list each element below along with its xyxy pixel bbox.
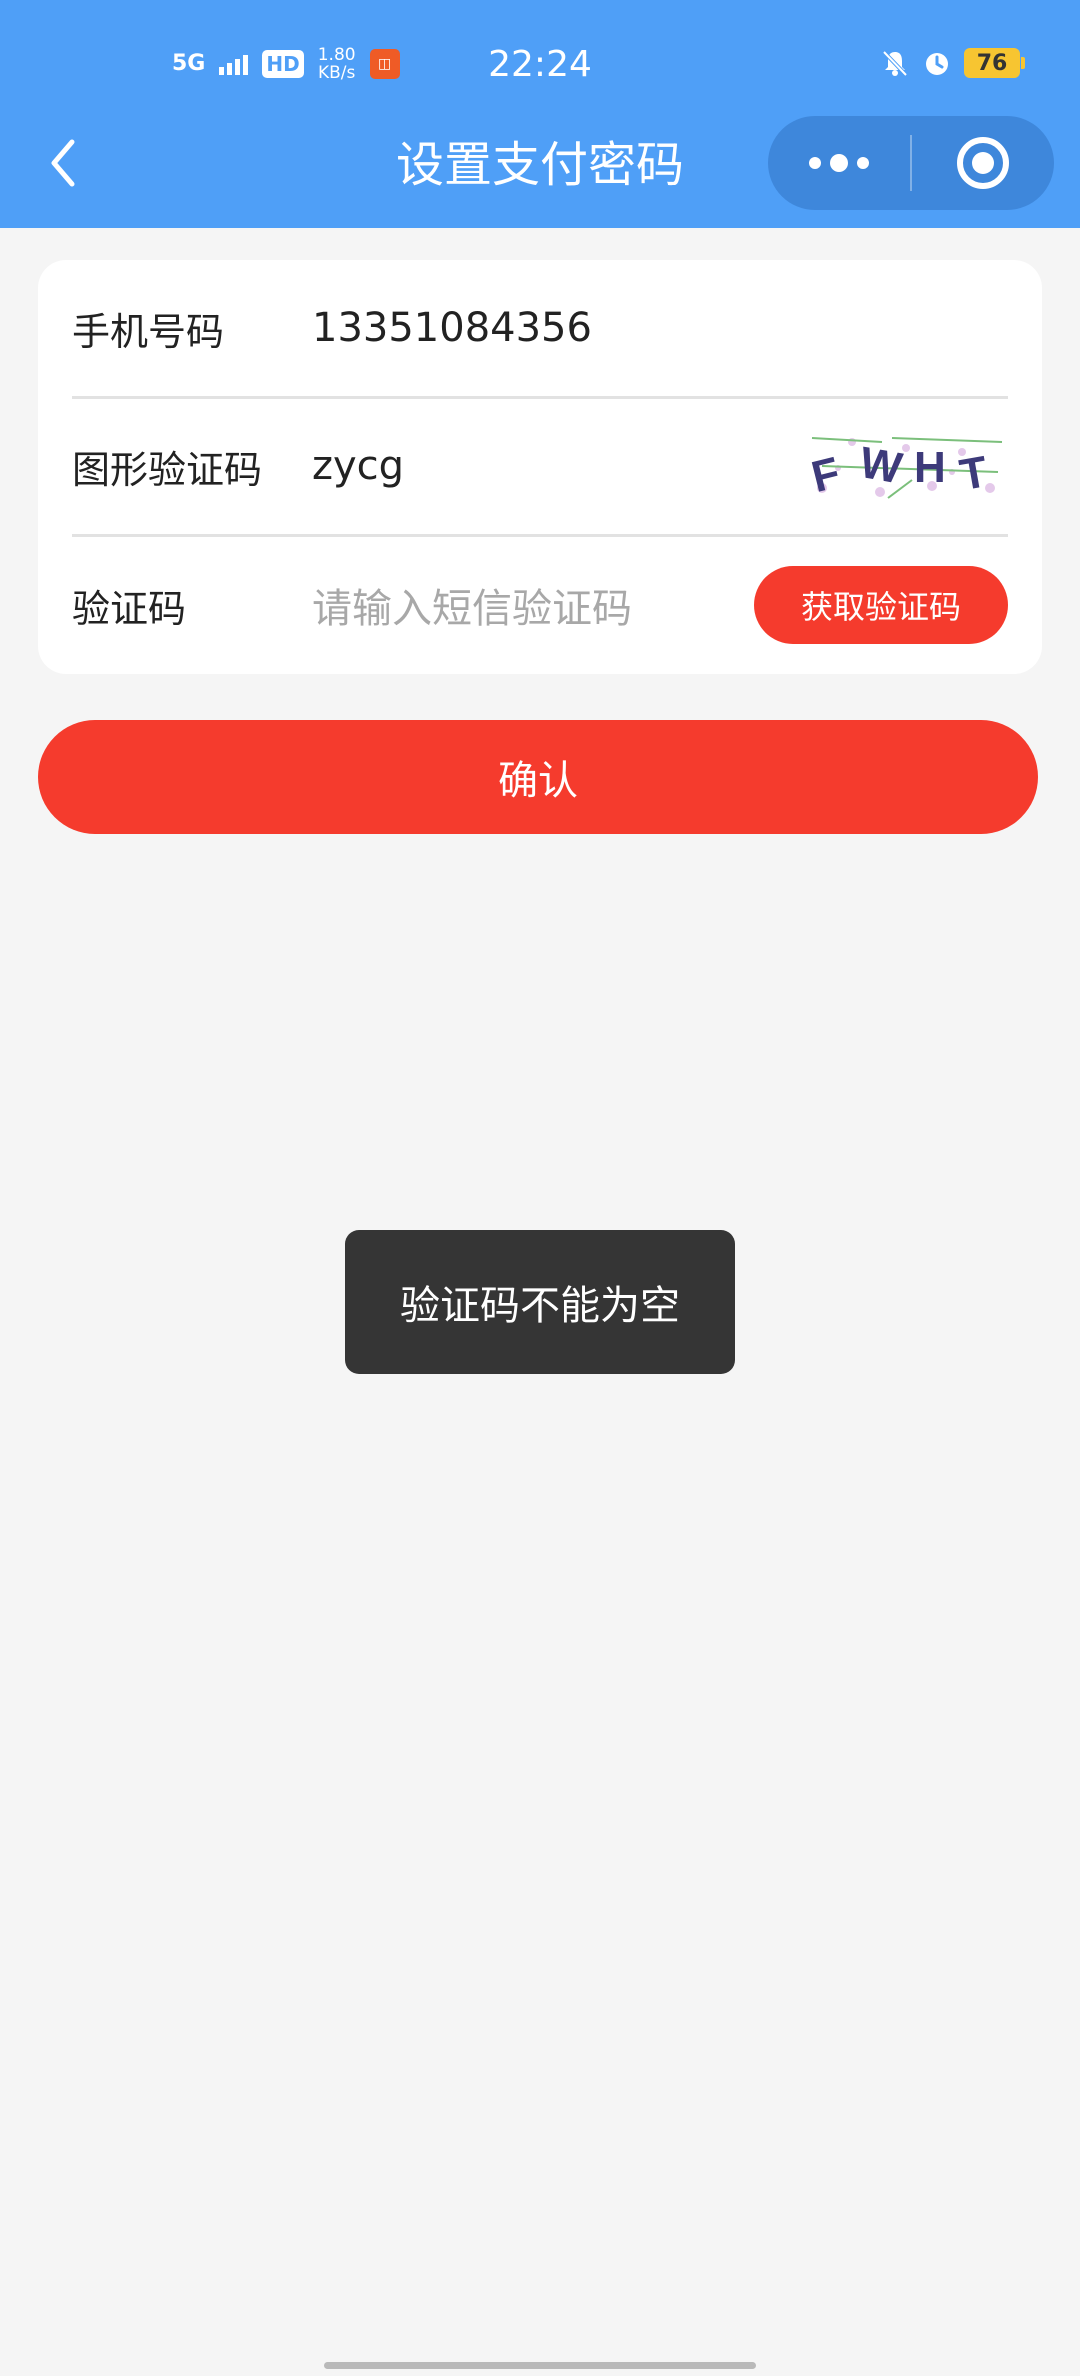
mute-bell-icon (882, 50, 908, 77)
status-right: 76 (880, 48, 1025, 78)
image-code-row: 图形验证码 zycg F W H T (72, 398, 1008, 534)
phone-row: 手机号码 13351084356 (72, 260, 1008, 396)
more-dots-icon (809, 157, 821, 169)
form-card: 手机号码 13351084356 图形验证码 zycg F W H T 验证码 … (38, 260, 1042, 674)
phone-value: 13351084356 (312, 305, 592, 351)
image-code-input[interactable]: zycg (312, 443, 802, 489)
home-indicator[interactable] (324, 2362, 756, 2369)
confirm-button[interactable]: 确认 (38, 720, 1038, 834)
sms-code-row: 验证码 请输入短信验证码 获取验证码 (72, 536, 1008, 674)
mini-program-capsule (768, 116, 1054, 210)
status-bar: 5G HD 1.80 KB/s ◫ 22:24 76 (0, 0, 1080, 120)
image-code-label: 图形验证码 (72, 447, 263, 492)
header: 5G HD 1.80 KB/s ◫ 22:24 76 设置支付密码 (0, 0, 1080, 228)
toast-message: 验证码不能为空 (345, 1230, 735, 1374)
get-code-button[interactable]: 获取验证码 (754, 566, 1008, 644)
alarm-icon (926, 53, 948, 75)
captcha-image[interactable]: F W H T (802, 428, 1008, 504)
target-circle-icon (957, 137, 1009, 189)
more-button[interactable] (768, 116, 910, 210)
battery-icon: 76 (964, 48, 1025, 78)
sms-code-input[interactable]: 请输入短信验证码 (312, 576, 754, 634)
more-dot-right (857, 157, 869, 169)
sms-code-label: 验证码 (72, 586, 187, 631)
close-button[interactable] (912, 116, 1054, 210)
more-dot-center (830, 154, 848, 172)
phone-label: 手机号码 (72, 309, 225, 354)
captcha-char: H (914, 443, 946, 492)
